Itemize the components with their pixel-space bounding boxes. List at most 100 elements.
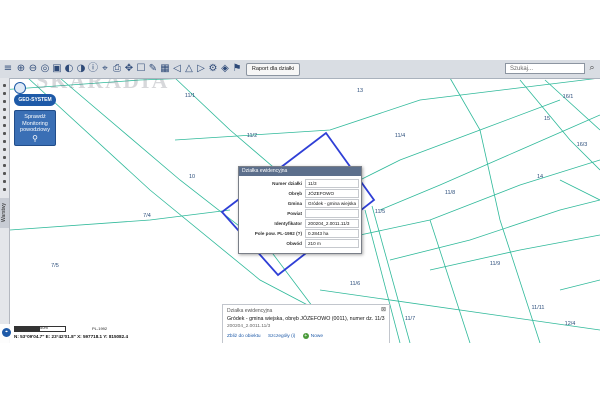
rail-button[interactable] [3,132,6,135]
map-icon[interactable]: ◈ [219,62,231,75]
parcel-label: 14 [537,174,543,180]
popup-row: Identyfikator 200204_2.0011.11/3 [242,219,359,228]
location-icon[interactable]: ⌖ [2,328,11,337]
popup-row: Numer działki 11/3 [242,179,359,188]
result-actions: Zbliż do obiektu Szczegóły (i) + Nowe [227,333,329,339]
print-icon[interactable]: ⎙ [111,62,123,75]
parcel-label: 16/3 [577,142,588,148]
scale-label: 50m [40,325,48,330]
details-link[interactable]: Szczegóły (i) [268,334,295,339]
zoom-to-object-link[interactable]: Zbliż do obiektu [227,334,261,339]
map-application: 11/1 13 16/1 15 16/3 11/2 11/4 10 14 11/8 7/4 11/5 7… [0,60,600,343]
popup-row: Powiat [242,209,359,218]
new-link[interactable]: Nowe [311,334,323,339]
popup-key: Pole pow. PL-1992 (?) [254,231,302,236]
popup-value: Gródek - gmina wiejska [305,199,359,208]
rail-button[interactable] [3,100,6,103]
left-rail: Warstwy [0,78,10,343]
arrow-left-icon[interactable]: ◁ [171,62,183,75]
measure-icon[interactable]: ⌖ [99,62,111,75]
rail-button[interactable] [3,84,6,87]
popup-key: Powiat [287,211,302,216]
search-input[interactable]: Szukaj... [505,63,585,74]
close-icon[interactable]: ⊠ [381,306,386,313]
info-icon[interactable]: ⓘ [87,62,99,75]
parcel-label: 11/1 [185,93,195,99]
popup-key: Gmina [287,201,302,206]
zoom-in-icon[interactable]: ⊕ [15,62,27,75]
magnifier-icon: ⚲ [32,133,38,143]
rail-button[interactable] [3,172,6,175]
parcel-label: 12/4 [565,321,576,327]
popup-row: Obręb JÓZEFOWO [242,189,359,198]
globe-icon [14,82,26,94]
parcel-label: 11/7 [405,316,415,322]
parcel-label: 11/8 [445,190,455,196]
popup-key: Obwód [286,241,302,246]
rail-button[interactable] [3,108,6,111]
search-result-panel: Działka ewidencyjna ⊠ Gródek - gmina wie… [222,304,390,343]
arrow-up-icon[interactable]: △ [183,62,195,75]
result-description: Gródek - gmina wiejska, obręb JÓZEFOWO (… [227,316,385,322]
coordinates-readout: N: 53°09'04.7" E: 23°42'01.8" X: 597718.… [14,334,128,339]
monitor-line-3: powodziowy [20,127,50,133]
rail-button[interactable] [3,164,6,167]
parcel-label: 11/2 [247,133,257,139]
parcel-label: 11/6 [350,281,360,287]
rail-button[interactable] [3,188,6,191]
popup-row: Obwód 210 m [242,239,359,248]
clear-icon[interactable]: ✎ [147,62,159,75]
crs-label: PL-1992 [92,326,108,331]
rail-button[interactable] [3,180,6,183]
popup-row: Pole pow. PL-1992 (?) 0.2843 ha [242,229,359,238]
pan-icon[interactable]: ✥ [123,62,135,75]
tools-icon[interactable]: ⚙ [207,62,219,75]
popup-value: 210 m [305,239,359,248]
arrow-right-icon[interactable]: ▷ [195,62,207,75]
parcel-info-popup: Działka ewidencyjna Numer działki 11/3 O… [238,166,362,254]
status-bar: ⌖ 50m PL-1992 N: 53°09'04.7" E: 23°42'01… [0,324,222,343]
filter-icon[interactable]: ▦ [159,62,171,75]
popup-value: 0.2843 ha [305,229,359,238]
popup-value: JÓZEFOWO [305,189,359,198]
popup-value: 200204_2.0011.11/3 [305,219,359,228]
result-heading: Działka ewidencyjna [227,308,273,314]
layers-panel-tab[interactable]: Warstwy [0,198,9,228]
parcel-label: 10 [189,174,195,180]
parcel-label: 15 [544,116,550,122]
zoom-extent-icon[interactable]: ◎ [39,62,51,75]
flood-monitoring-button[interactable]: Sprawdź Monitoring powodziowy ⚲ [14,110,56,146]
add-icon[interactable]: + [302,333,309,339]
parcel-label: 11/11 [532,305,545,311]
parcel-label: 7/4 [143,213,151,219]
zoom-window-icon[interactable]: ▣ [51,62,63,75]
rail-button[interactable] [3,156,6,159]
popup-key: Identyfikator [274,221,302,226]
parcel-label: 7/5 [51,263,59,269]
rail-button[interactable] [3,92,6,95]
popup-title: Działka ewidencyjna [239,167,361,176]
popup-key: Obręb [288,191,302,196]
zoom-out-icon[interactable]: ⊖ [27,62,39,75]
popup-key: Numer działki [272,181,302,186]
popup-row: Gmina Gródek - gmina wiejska [242,199,359,208]
parcel-label: 11/4 [395,133,405,139]
map-toolbar: ≡ ⊕ ⊖ ◎ ▣ ◐ ◑ ⓘ ⌖ ⎙ ✥ ☐ ✎ ▦ ◁ △ ▷ ⚙ ◈ ⚑ … [0,60,600,79]
top-whitespace [0,0,600,60]
popup-value: 11/3 [305,179,359,188]
result-identifier: 200204_2.0011.11/3 [227,324,271,329]
parcel-label: 16/1 [563,94,574,100]
back-icon[interactable]: ◐ [63,62,75,75]
rail-button[interactable] [3,140,6,143]
rail-button[interactable] [3,116,6,119]
rail-button[interactable] [3,148,6,151]
parcel-label: 11/9 [490,261,500,267]
parcel-label: 11/5 [375,209,385,215]
report-button[interactable]: Raport dla działki [246,63,300,76]
bookmark-icon[interactable]: ⚑ [231,62,243,75]
forward-icon[interactable]: ◑ [75,62,87,75]
layers-icon[interactable]: ≡ [2,62,14,75]
select-icon[interactable]: ☐ [135,62,147,75]
rail-button[interactable] [3,124,6,127]
search-icon[interactable]: ⌕ [586,62,598,75]
